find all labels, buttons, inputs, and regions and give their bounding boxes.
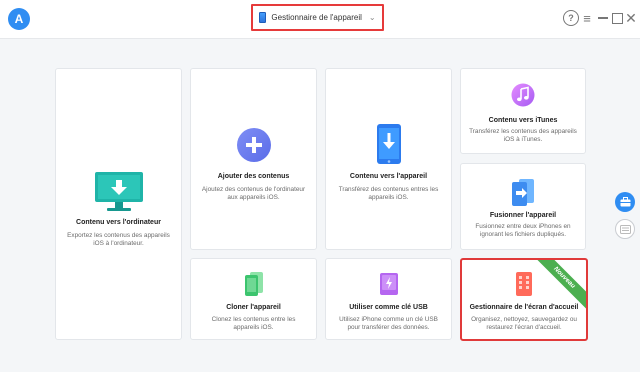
card-merge-device[interactable]: Fusionner l'appareil Fusionnez entre deu…	[460, 163, 586, 250]
card-description: Ajoutez des contenus de l'ordinateur aux…	[201, 186, 306, 201]
card-title: Cloner l'appareil	[226, 304, 281, 311]
minimize-icon[interactable]	[596, 10, 610, 26]
card-content-to-computer[interactable]: Contenu vers l'ordinateur Exportez les c…	[55, 68, 182, 340]
card-title: Contenu vers iTunes	[488, 117, 558, 124]
device-selector-label: Gestionnaire de l'appareil	[271, 13, 362, 22]
home-screen-icon	[515, 271, 533, 302]
card-title: Utiliser comme clé USB	[349, 304, 428, 311]
card-title: Gestionnaire de l'écran d'accueil	[469, 304, 579, 311]
device-info-button[interactable]	[615, 219, 635, 239]
title-bar: A Gestionnaire de l'appareil ⌄ ? ≡ ✕	[0, 0, 640, 39]
music-note-icon	[511, 83, 535, 112]
toolbox-icon	[620, 197, 630, 207]
add-icon	[236, 127, 272, 168]
phone-transfer-icon	[376, 123, 402, 170]
monitor-icon	[94, 171, 144, 218]
device-manager-dropdown[interactable]: Gestionnaire de l'appareil ⌄	[251, 4, 384, 31]
card-use-as-usb[interactable]: Utiliser comme clé USB Utilisez iPhone c…	[325, 258, 452, 340]
menu-icon[interactable]: ≡	[580, 10, 594, 26]
toolbox-button[interactable]	[615, 192, 635, 212]
maximize-icon[interactable]	[610, 10, 624, 26]
card-description: Exportez les contenus des appareils iOS …	[67, 232, 170, 247]
card-add-content[interactable]: Ajouter des contenus Ajoutez des contenu…	[190, 68, 317, 250]
clone-phones-icon	[243, 271, 265, 302]
chevron-down-icon: ⌄	[368, 13, 376, 22]
card-title: Contenu vers l'ordinateur	[76, 219, 161, 226]
card-description: Clonez les contenus entre les appareils …	[211, 316, 296, 331]
app-logo-icon[interactable]: A	[8, 8, 30, 30]
card-content-to-device[interactable]: Contenu vers l'appareil Transférez des c…	[325, 68, 452, 250]
card-title: Contenu vers l'appareil	[349, 173, 428, 180]
card-title: Fusionner l'appareil	[489, 212, 557, 219]
device-info-icon	[619, 224, 631, 234]
card-description: Fusionnez entre deux iPhones en ignorant…	[475, 223, 571, 238]
merge-phones-icon	[510, 178, 536, 211]
help-icon[interactable]: ?	[563, 10, 579, 26]
card-content-to-itunes[interactable]: Contenu vers iTunes Transférez les conte…	[460, 68, 586, 154]
card-home-screen-manager[interactable]: Nouveau Gestionnaire de l'écran d'accuei…	[460, 258, 588, 341]
new-badge: Nouveau	[531, 260, 586, 311]
card-description: Transférez des contenus entres les appar…	[338, 186, 439, 201]
card-description: Organisez, nettoyez, sauvegardez ou rest…	[471, 316, 577, 331]
phone-icon	[259, 12, 267, 23]
close-icon[interactable]: ✕	[624, 10, 638, 26]
card-clone-device[interactable]: Cloner l'appareil Clonez les contenus en…	[190, 258, 317, 340]
usb-drive-icon	[378, 271, 400, 302]
card-description: Transférez les contenus des appareils iO…	[469, 128, 577, 143]
card-title: Ajouter des contenus	[217, 173, 290, 180]
card-description: Utilisez iPhone comme un clé USB pour tr…	[339, 316, 438, 331]
